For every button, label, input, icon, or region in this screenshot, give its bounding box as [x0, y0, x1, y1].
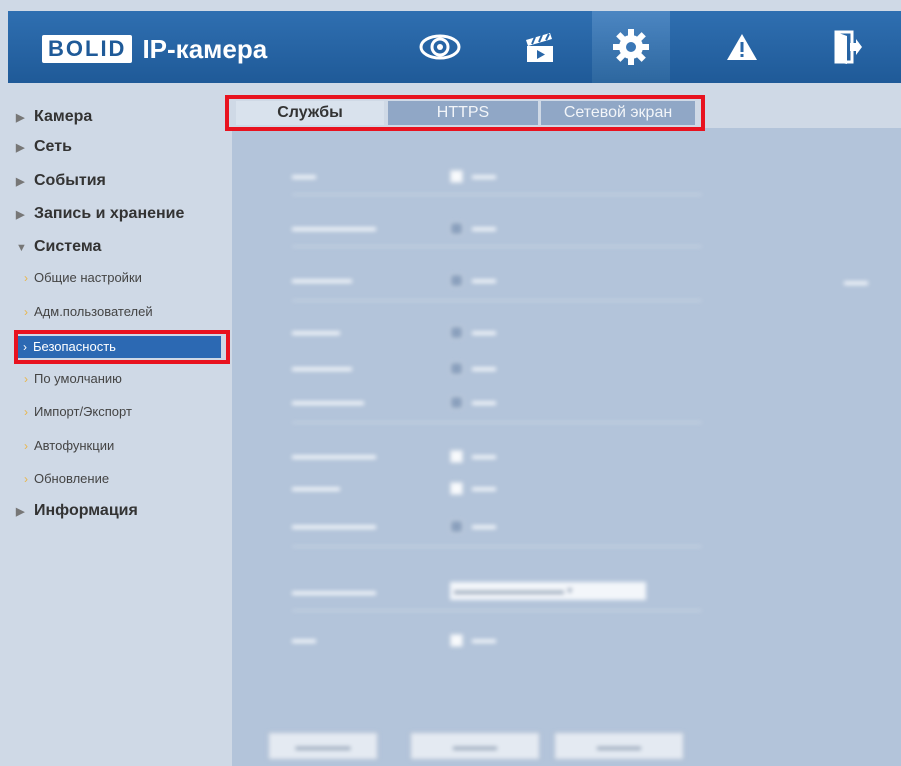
form-value-blurred: ▬▬ [472, 394, 496, 408]
form-label-blurred: ▬▬▬▬▬ [292, 272, 352, 286]
setup-nav[interactable] [592, 11, 670, 83]
sidebar-subitem-label: Автофункции [34, 438, 115, 453]
sidebar-item-label: События [34, 172, 106, 189]
sidebar-item-network[interactable]: ▶ Сеть [16, 138, 72, 156]
form-value-blurred: ▬▬ [472, 632, 496, 646]
chevron-right-icon: › [24, 372, 28, 386]
form-value-blurred: ▬▬ [472, 168, 496, 182]
alarm-nav[interactable] [708, 11, 776, 83]
form-label-blurred: ▬▬ [292, 632, 316, 646]
sidebar-subitem-import-export[interactable]: › Импорт/Экспорт [24, 404, 132, 419]
checkbox[interactable] [450, 222, 463, 235]
chevron-right-icon: › [24, 439, 28, 453]
form-value-blurred: ▬▬ [472, 324, 496, 338]
collapse-arrow-icon: ▼ [16, 242, 27, 254]
form-label-blurred: ▬▬▬▬▬▬ [292, 394, 364, 408]
refresh-button[interactable]: ▬▬▬▬ [410, 732, 540, 760]
checkbox[interactable] [450, 450, 463, 463]
sidebar-item-label: Информация [34, 502, 138, 519]
checkbox[interactable] [450, 326, 463, 339]
warning-icon [727, 34, 757, 60]
chevron-right-icon: › [24, 472, 28, 486]
sidebar-item-label: Система [34, 238, 102, 255]
default-button[interactable]: ▬▬▬▬▬ [268, 732, 378, 760]
sidebar-item-label: Сеть [34, 138, 72, 155]
divider [292, 422, 702, 423]
sidebar-subitem-auto[interactable]: › Автофункции [24, 438, 114, 453]
form-label-blurred: ▬▬▬▬ [292, 480, 340, 494]
live-view-nav[interactable] [406, 11, 474, 83]
form-label-blurred: ▬▬▬▬▬▬▬ [292, 584, 376, 598]
dropdown-select[interactable]: ▬▬▬▬▬▬▬▬▬▬ ▾ [450, 582, 646, 600]
sidebar-item-events[interactable]: ▶ События [16, 172, 106, 190]
playback-nav[interactable] [506, 11, 574, 83]
highlight-frame-sidebar [14, 330, 230, 364]
chevron-right-icon: › [24, 305, 28, 319]
form-label-blurred: ▬▬▬▬▬▬▬ [292, 220, 376, 234]
logout-nav[interactable] [814, 11, 882, 83]
sidebar-subitem-label: Адм.пользователей [34, 304, 153, 319]
form-label-blurred: ▬▬▬▬▬▬▬ [292, 518, 376, 532]
clapperboard-icon [526, 33, 553, 62]
sidebar-subitem-upgrade[interactable]: › Обновление [24, 471, 109, 486]
form-label-blurred: ▬▬ [292, 168, 316, 182]
expand-arrow-icon: ▶ [16, 176, 25, 188]
form-value-blurred: ▬▬ [472, 448, 496, 462]
sidebar-item-label: Запись и хранение [34, 205, 185, 222]
checkbox[interactable] [450, 482, 463, 495]
sidebar-item-system[interactable]: ▼ Система [16, 238, 101, 256]
exit-icon [834, 30, 862, 64]
checkbox[interactable] [450, 362, 463, 375]
expand-arrow-icon: ▶ [16, 506, 25, 518]
form-value-blurred: ▬▬ [472, 518, 496, 532]
chevron-right-icon: › [24, 271, 28, 285]
sidebar-subitem-label: По умолчанию [34, 371, 122, 386]
gear-icon [613, 29, 649, 65]
checkbox[interactable] [450, 396, 463, 409]
eye-icon [419, 34, 461, 60]
divider [292, 610, 702, 611]
sidebar-subitem-general[interactable]: › Общие настройки [24, 270, 142, 285]
form-label-blurred: ▬▬▬▬ [292, 324, 340, 338]
divider [292, 546, 702, 547]
form-value-blurred: ▬▬ [472, 480, 496, 494]
logo: BOLID IP-камера [42, 35, 267, 63]
save-button[interactable]: ▬▬▬▬ [554, 732, 684, 760]
sidebar-item-label: Камера [34, 108, 93, 125]
form-label-blurred: ▬▬▬▬▬ [292, 360, 352, 374]
logo-brand: BOLID [42, 35, 133, 63]
divider [292, 194, 702, 195]
form-value-blurred: ▬▬ [472, 360, 496, 374]
sidebar-subitem-default[interactable]: › По умолчанию [24, 371, 122, 386]
sidebar-subitem-users[interactable]: › Адм.пользователей [24, 304, 153, 319]
highlight-frame-tabs [225, 95, 705, 131]
top-bar: BOLID IP-камера [8, 11, 901, 83]
divider [292, 246, 702, 247]
sidebar-subitem-label: Обновление [34, 471, 110, 486]
form-label-blurred: ▬▬ [844, 274, 868, 288]
form-label-blurred: ▬▬▬▬▬▬▬ [292, 448, 376, 462]
sidebar-item-camera[interactable]: ▶ Камера [16, 108, 92, 126]
chevron-right-icon: › [24, 405, 28, 419]
expand-arrow-icon: ▶ [16, 112, 25, 124]
settings-sidebar [8, 90, 230, 766]
checkbox[interactable] [450, 170, 463, 183]
expand-arrow-icon: ▶ [16, 209, 25, 221]
divider [292, 300, 702, 301]
checkbox[interactable] [450, 634, 463, 647]
checkbox[interactable] [450, 274, 463, 287]
form-value-blurred: ▬▬ [472, 220, 496, 234]
checkbox[interactable] [450, 520, 463, 533]
services-form-blurred: ▬▬ ▬▬ ▬▬▬▬▬▬▬ ▬▬ ▬▬▬▬▬ ▬▬ ▬▬▬▬ ▬▬ ▬▬▬▬▬ … [232, 128, 901, 766]
form-value-blurred: ▬▬ [472, 272, 496, 286]
sidebar-item-info[interactable]: ▶ Информация [16, 502, 138, 520]
sidebar-item-storage[interactable]: ▶ Запись и хранение [16, 205, 184, 223]
logo-product: IP-камера [142, 34, 268, 64]
sidebar-subitem-label: Импорт/Экспорт [34, 404, 132, 419]
sidebar-subitem-label: Общие настройки [34, 270, 142, 285]
expand-arrow-icon: ▶ [16, 142, 25, 154]
